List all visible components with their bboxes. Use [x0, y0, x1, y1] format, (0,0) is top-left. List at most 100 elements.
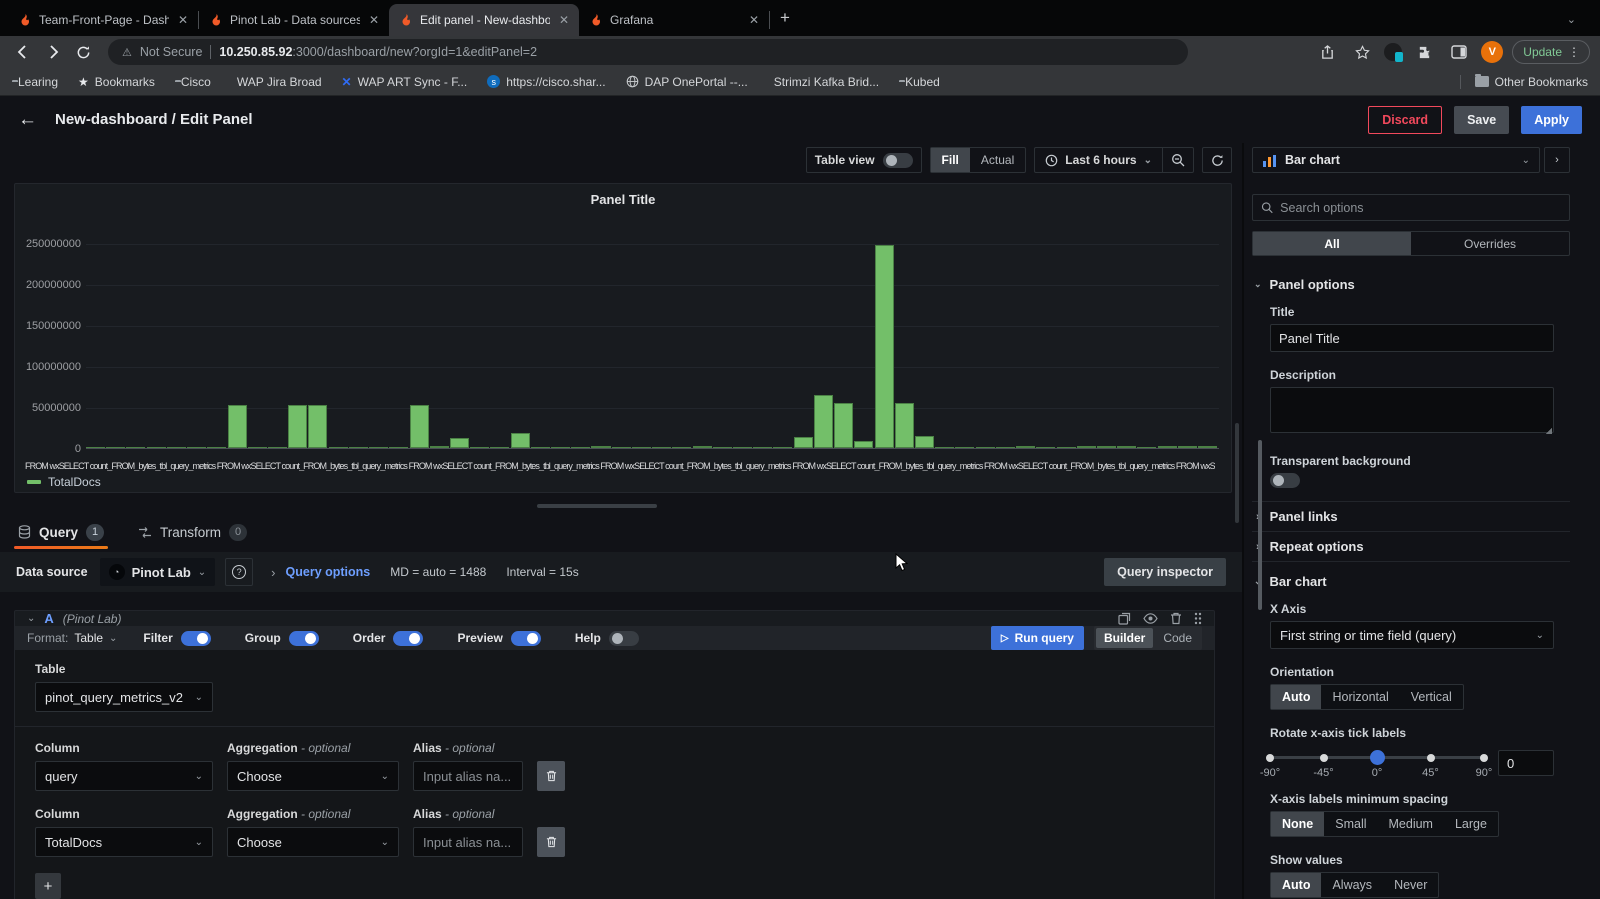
radio-option-auto[interactable]: Auto — [1271, 685, 1321, 709]
query-inspector-button[interactable]: Query inspector — [1104, 558, 1226, 586]
radio-option-medium[interactable]: Medium — [1378, 812, 1444, 836]
radio-option-none[interactable]: None — [1271, 812, 1324, 836]
radio-option-large[interactable]: Large — [1444, 812, 1498, 836]
order-switch[interactable] — [393, 631, 423, 646]
format-select[interactable]: Format: Table ⌄ — [27, 631, 117, 645]
radio-option-never[interactable]: Never — [1383, 873, 1438, 897]
browser-tab[interactable]: Pinot Lab - Data sources - Con✕ — [199, 4, 389, 36]
datasource-picker[interactable]: ◔ Pinot Lab ⌄ — [100, 558, 216, 586]
chrome-update-button[interactable]: Update ⋮ — [1512, 40, 1590, 64]
bookmark-item[interactable]: DAP OnePortal --... — [626, 75, 748, 89]
bookmark-item[interactable]: Kubed — [899, 75, 940, 89]
apply-button[interactable]: Apply — [1521, 106, 1582, 134]
panel-title-input[interactable] — [1270, 324, 1554, 352]
alias-input[interactable]: Input alias na... — [413, 761, 523, 791]
alias-input[interactable]: Input alias na... — [413, 827, 523, 857]
password-manager-icon[interactable] — [1384, 43, 1402, 61]
hide-query-eye-icon[interactable] — [1143, 613, 1158, 624]
bookmark-item[interactable]: Strimzi Kafka Brid... — [768, 75, 879, 89]
column-select[interactable]: TotalDocs⌄ — [35, 827, 213, 857]
share-icon[interactable] — [1314, 39, 1340, 65]
save-button[interactable]: Save — [1454, 106, 1509, 134]
back-icon[interactable] — [10, 39, 36, 65]
tab-close-icon[interactable]: ✕ — [367, 13, 381, 27]
actual-option[interactable]: Actual — [970, 148, 1025, 172]
other-bookmarks[interactable]: Other Bookmarks — [1460, 75, 1588, 89]
bar-chart-section-header[interactable]: ⌄ Bar chart — [1254, 574, 1570, 589]
reload-icon[interactable] — [70, 39, 96, 65]
options-search[interactable] — [1252, 194, 1570, 221]
rotate-value-input[interactable] — [1498, 750, 1554, 776]
refresh-button[interactable] — [1202, 147, 1232, 173]
radio-option-small[interactable]: Small — [1324, 812, 1377, 836]
drag-handle-icon[interactable] — [1194, 612, 1202, 625]
query-options-link[interactable]: Query options — [286, 565, 371, 579]
remove-column-button[interactable] — [537, 761, 565, 791]
main-scrollbar[interactable] — [1235, 423, 1239, 523]
tab-overrides[interactable]: Overrides — [1411, 232, 1569, 255]
radio-option-auto[interactable]: Auto — [1271, 873, 1321, 897]
browser-tab[interactable]: Edit panel - New-dashboard -✕ — [389, 4, 579, 36]
chart-legend[interactable]: TotalDocs — [27, 475, 101, 489]
delete-query-trash-icon[interactable] — [1170, 612, 1182, 625]
tab-close-icon[interactable]: ✕ — [557, 13, 571, 27]
transparent-bg-toggle[interactable] — [1270, 473, 1300, 488]
x-axis-select[interactable]: First string or time field (query) ⌄ — [1270, 621, 1554, 649]
code-option[interactable]: Code — [1155, 628, 1200, 648]
slider-handle[interactable] — [1370, 750, 1385, 765]
resize-corner-icon[interactable] — [1545, 427, 1552, 434]
visualization-picker[interactable]: Bar chart ⌄ — [1252, 147, 1540, 173]
builder-option[interactable]: Builder — [1096, 628, 1153, 648]
extensions-puzzle-icon[interactable] — [1411, 39, 1437, 65]
column-select[interactable]: query⌄ — [35, 761, 213, 791]
bookmark-star-icon[interactable] — [1349, 39, 1375, 65]
bookmark-item[interactable]: WAP Jira Broad — [231, 75, 322, 89]
add-column-button[interactable]: + — [35, 873, 61, 899]
run-query-button[interactable]: ▷ Run query — [991, 626, 1084, 650]
profile-avatar[interactable]: V — [1481, 41, 1503, 63]
bookmark-item[interactable]: Cisco — [175, 75, 211, 89]
tab-all[interactable]: All — [1253, 232, 1411, 255]
bar-chart-plot[interactable] — [86, 211, 1219, 449]
datasource-help-button[interactable]: ? — [225, 558, 253, 586]
table-view-toggle[interactable] — [883, 153, 913, 168]
browser-tab[interactable]: Grafana✕ — [579, 4, 769, 36]
discard-button[interactable]: Discard — [1368, 106, 1442, 134]
back-arrow-icon[interactable]: ← — [18, 109, 37, 131]
repeat-options-row[interactable]: › Repeat options — [1252, 532, 1570, 561]
address-bar[interactable]: ⚠ Not Secure 10.250.85.92:3000/dashboard… — [108, 39, 1188, 65]
aggregation-select[interactable]: Choose⌄ — [227, 827, 399, 857]
table-select[interactable]: pinot_query_metrics_v2 ⌄ — [35, 682, 213, 712]
forward-icon[interactable] — [40, 39, 66, 65]
bookmark-item[interactable]: ★Bookmarks — [78, 75, 155, 89]
query-editor-header[interactable]: ⌄ A (Pinot Lab) — [15, 611, 1214, 626]
help-switch[interactable] — [609, 631, 639, 646]
fill-option[interactable]: Fill — [931, 148, 970, 172]
panel-options-section-header[interactable]: ⌄ Panel options — [1254, 277, 1570, 292]
radio-option-vertical[interactable]: Vertical — [1400, 685, 1463, 709]
group-switch[interactable] — [289, 631, 319, 646]
tab-query[interactable]: Query 1 — [14, 517, 108, 547]
radio-option-horizontal[interactable]: Horizontal — [1321, 685, 1399, 709]
browser-tab[interactable]: Team-Front-Page - Dashboard✕ — [8, 4, 198, 36]
zoom-out-button[interactable] — [1163, 153, 1193, 167]
tab-close-icon[interactable]: ✕ — [176, 13, 190, 27]
tab-search-chevron-icon[interactable]: ⌄ — [1567, 13, 1576, 26]
new-tab-button[interactable]: + — [780, 8, 790, 28]
bookmark-item[interactable]: shttps://cisco.shar... — [487, 75, 605, 89]
tab-close-icon[interactable]: ✕ — [747, 13, 761, 27]
radio-option-always[interactable]: Always — [1321, 873, 1383, 897]
sidebar-scrollbar[interactable] — [1258, 440, 1262, 610]
tab-transform[interactable]: Transform 0 — [134, 517, 251, 547]
description-textarea[interactable] — [1270, 387, 1554, 433]
bookmark-item[interactable]: Learing — [12, 75, 58, 89]
preview-switch[interactable] — [511, 631, 541, 646]
side-panel-icon[interactable] — [1446, 39, 1472, 65]
duplicate-query-icon[interactable] — [1118, 612, 1131, 625]
rotate-slider[interactable]: -90°-45°0°45°90° — [1270, 750, 1484, 780]
collapse-chevron-icon[interactable]: ⌄ — [27, 613, 35, 624]
pane-resize-handle[interactable] — [537, 504, 657, 508]
filter-switch[interactable] — [181, 631, 211, 646]
time-range-picker[interactable]: Last 6 hours ⌄ — [1035, 153, 1162, 167]
options-search-input[interactable] — [1280, 201, 1561, 215]
